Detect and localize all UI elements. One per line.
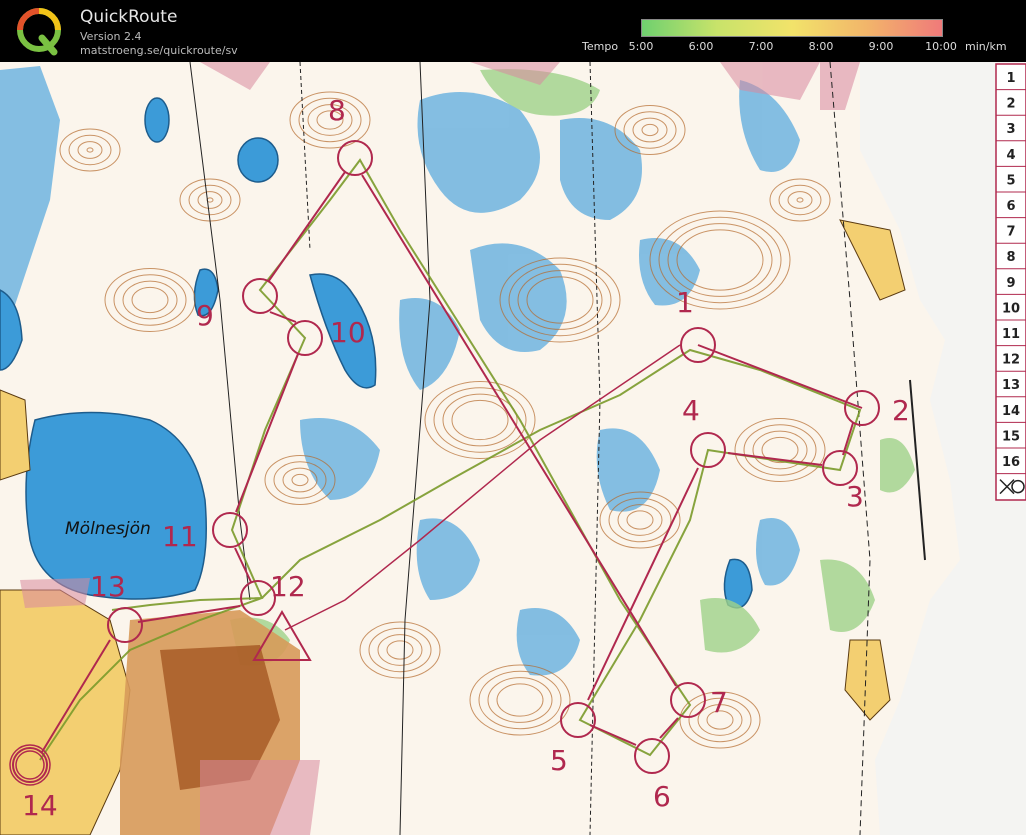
control-number-label: 12 [270, 570, 306, 603]
description-row-number: 9 [1006, 276, 1015, 291]
control-number-label: 13 [90, 570, 126, 603]
control-description-sheet: 12345678910111213141516 [995, 63, 1026, 501]
control-number-label: 11 [162, 520, 198, 553]
description-row-number: 10 [1002, 301, 1020, 316]
description-row-number: 12 [1002, 353, 1020, 368]
control-number-label: 10 [330, 316, 366, 349]
description-row-number: 3 [1006, 122, 1015, 137]
app-version: Version 2.4 [80, 30, 142, 43]
description-row-number: 1 [1006, 71, 1015, 86]
description-row-number: 11 [1002, 327, 1020, 342]
tempo-tick: 5:00 [628, 40, 654, 53]
app-url[interactable]: matstroeng.se/quickroute/sv [80, 44, 238, 57]
app-title: QuickRoute [80, 7, 178, 27]
lake-name-label: Mölnesjön [65, 519, 151, 539]
quickroute-logo-icon [17, 8, 61, 56]
tempo-scale-bar [641, 19, 943, 37]
tempo-tick: 7:00 [748, 40, 774, 53]
control-number-label: 5 [550, 744, 568, 777]
description-row-number: 7 [1006, 225, 1015, 240]
description-row-number: 13 [1002, 378, 1020, 393]
app-header: QuickRoute Version 2.4 matstroeng.se/qui… [0, 0, 1026, 62]
control-number-label: 3 [846, 480, 864, 513]
description-row-number: 15 [1002, 429, 1020, 444]
description-row-number: 5 [1006, 173, 1015, 188]
description-row-number: 8 [1006, 250, 1015, 265]
tempo-unit: min/km [965, 40, 1007, 53]
description-row-number: 4 [1006, 148, 1015, 163]
tempo-tick: 10:00 [925, 40, 957, 53]
control-number-label: 14 [22, 789, 58, 822]
control-number-label: 2 [892, 394, 910, 427]
control-number-label: 8 [328, 94, 346, 127]
tempo-tick: 8:00 [808, 40, 834, 53]
control-number-label: 4 [682, 394, 700, 427]
description-row-number: 16 [1002, 455, 1020, 470]
description-row-number: 14 [1002, 404, 1020, 419]
tempo-tick: 9:00 [868, 40, 894, 53]
tempo-label: Tempo [582, 40, 619, 53]
description-row-number: 2 [1006, 97, 1015, 112]
control-number-label: 7 [710, 686, 728, 719]
tempo-tick: 6:00 [688, 40, 714, 53]
description-row-number: 6 [1006, 199, 1015, 214]
control-number-label: 9 [196, 299, 214, 332]
control-number-label: 6 [653, 780, 671, 813]
orienteering-map[interactable]: 1234567891011121314 Mölnesjön 1234567891… [0, 62, 1026, 835]
control-number-label: 1 [676, 286, 694, 319]
